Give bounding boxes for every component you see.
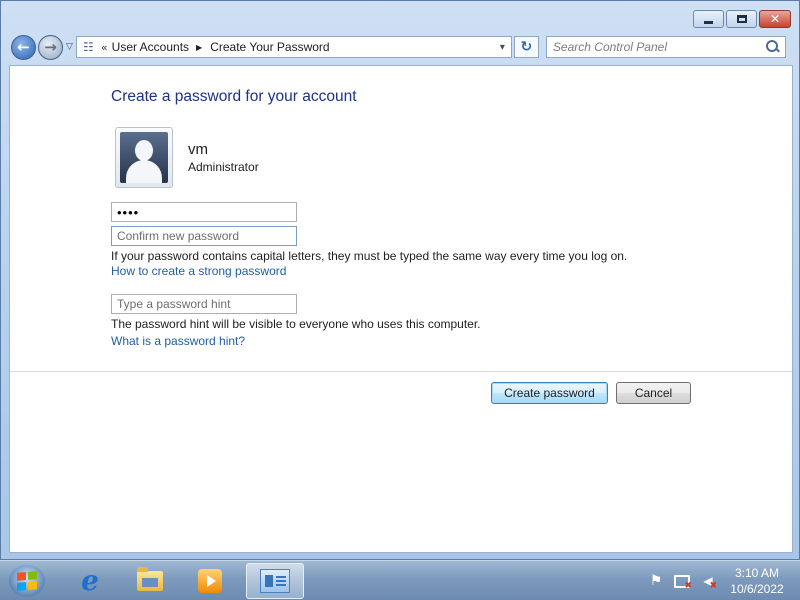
hint-visibility-note: The password hint will be visible to eve… — [111, 317, 481, 331]
recent-pages-dropdown-icon[interactable]: ▽ — [66, 42, 73, 52]
refresh-button[interactable]: ↻ — [513, 36, 539, 58]
maximize-button[interactable] — [726, 10, 757, 28]
page-title: Create a password for your account — [111, 88, 357, 105]
caption-buttons: ✕ — [693, 10, 791, 28]
forward-arrow-icon: → — [44, 38, 57, 56]
logo-pane-yellow — [28, 581, 37, 590]
close-icon: ✕ — [769, 12, 781, 26]
taskbar-item-control-panel[interactable] — [246, 563, 304, 599]
cancel-button[interactable]: Cancel — [616, 382, 691, 404]
folder-icon — [137, 567, 163, 591]
breadcrumb-user-accounts[interactable]: User Accounts — [112, 40, 189, 54]
user-role: Administrator — [188, 160, 259, 174]
logo-pane-green — [28, 571, 37, 580]
clock-date: 10/6/2022 — [730, 582, 784, 596]
create-password-button[interactable]: Create password — [491, 382, 608, 404]
avatar-body — [126, 160, 162, 183]
capital-letters-note: If your password contains capital letter… — [111, 249, 628, 263]
address-bar[interactable]: ☷ « User Accounts ▶ Create Your Password… — [75, 36, 512, 58]
logo-pane-red — [17, 572, 26, 581]
password-hint-link[interactable]: What is a password hint? — [111, 334, 245, 348]
media-player-icon — [198, 569, 222, 593]
close-button[interactable]: ✕ — [759, 10, 791, 28]
search-icon[interactable] — [765, 39, 781, 55]
strong-password-link[interactable]: How to create a strong password — [111, 264, 286, 278]
internet-explorer-icon: e — [81, 564, 99, 597]
breadcrumb-overflow-icon[interactable]: « — [101, 41, 108, 54]
control-panel-icon — [260, 569, 290, 593]
taskbar: e 3:10 AM 10/6/2022 — [0, 560, 800, 600]
divider — [10, 371, 792, 372]
user-name: vm — [188, 141, 208, 158]
user-silhouette-icon — [120, 132, 168, 183]
refresh-icon: ↻ — [520, 39, 533, 55]
taskbar-item-windows-explorer[interactable] — [121, 563, 179, 599]
notification-area: 3:10 AM 10/6/2022 — [646, 561, 800, 600]
avatar-head — [135, 140, 153, 161]
password-hint-field[interactable] — [111, 294, 297, 314]
windows-logo-icon — [17, 571, 37, 591]
user-avatar — [115, 127, 173, 188]
confirm-password-field[interactable] — [111, 226, 297, 246]
taskbar-item-windows-media-player[interactable] — [181, 563, 239, 599]
network-disconnected-icon[interactable] — [672, 572, 692, 591]
breadcrumb-create-your-password[interactable]: Create Your Password — [210, 40, 329, 54]
start-button[interactable] — [9, 565, 45, 597]
breadcrumb-separator-icon[interactable]: ▶ — [196, 43, 202, 52]
taskbar-item-internet-explorer[interactable]: e — [61, 563, 119, 599]
content-pane: Create a password for your account vm Ad… — [9, 65, 793, 553]
minimize-icon — [704, 20, 713, 24]
back-button[interactable]: ← — [11, 34, 36, 60]
logo-pane-blue — [17, 582, 26, 591]
minimize-button[interactable] — [693, 10, 724, 28]
navigation-bar: ← → ▽ ☷ « User Accounts ▶ Create Your Pa… — [11, 34, 789, 60]
forward-button[interactable]: → — [38, 34, 63, 60]
new-password-field[interactable] — [111, 202, 297, 222]
volume-muted-icon[interactable] — [698, 572, 718, 591]
action-center-flag-icon[interactable] — [646, 572, 666, 590]
control-panel-icon: ☷ — [83, 40, 94, 54]
address-dropdown-icon[interactable]: ▾ — [493, 42, 511, 53]
clock-time: 3:10 AM — [734, 566, 780, 580]
control-panel-window: ✕ ← → ▽ ☷ « User Accounts ▶ Create Your … — [0, 0, 800, 560]
search-input[interactable] — [552, 40, 765, 54]
back-arrow-icon: ← — [17, 38, 30, 56]
maximize-icon — [736, 15, 747, 23]
search-box[interactable] — [545, 36, 786, 58]
clock[interactable]: 3:10 AM 10/6/2022 — [724, 565, 790, 597]
